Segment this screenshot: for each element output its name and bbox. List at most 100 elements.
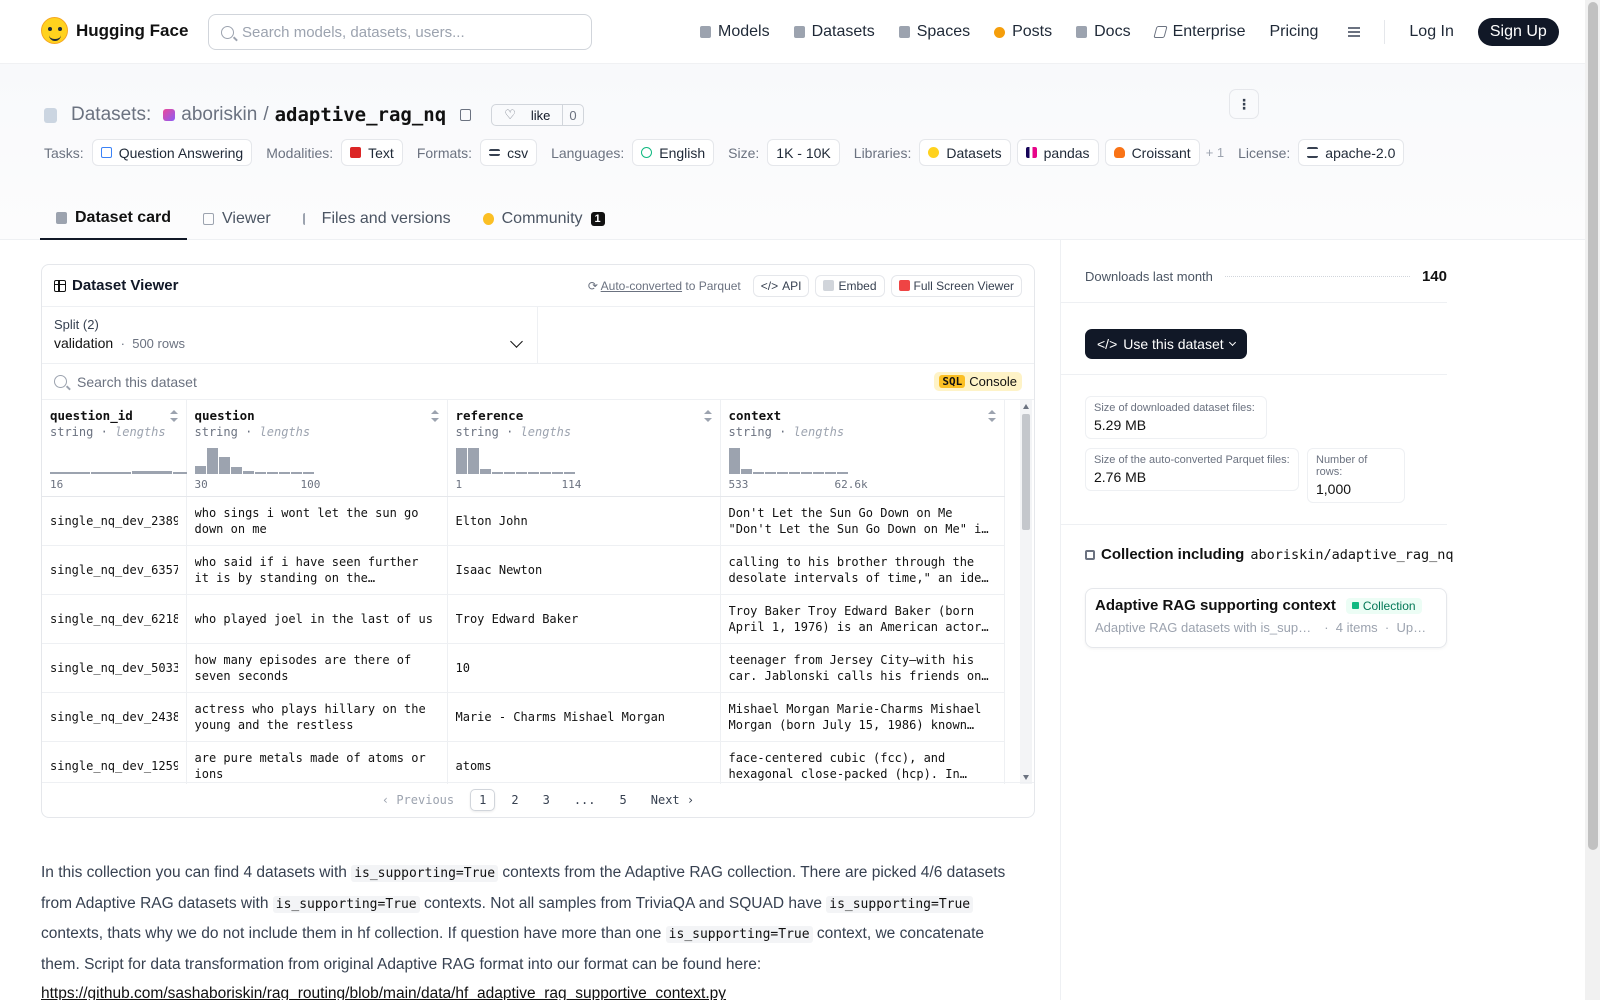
cell-reference[interactable]: atoms	[447, 741, 721, 784]
page-scroll-thumb[interactable]	[1588, 2, 1598, 850]
column-header-question[interactable]: question string · lengths 30 100	[186, 400, 448, 497]
nav-posts[interactable]: Posts	[994, 23, 1052, 41]
global-search[interactable]	[208, 14, 592, 50]
more-menu-icon[interactable]	[1342, 26, 1361, 38]
cell-question_id[interactable]: single_nq_dev_6218	[42, 594, 187, 644]
cell-question[interactable]: how many episodes are there of seven sec…	[186, 643, 448, 693]
column-header-context[interactable]: context string · lengths 533 62.6k	[720, 400, 1005, 497]
cell-context[interactable]: Troy Baker Troy Edward Baker (born April…	[720, 594, 1005, 644]
cell-context[interactable]: teenager from Jersey City—with his car. …	[720, 643, 1005, 693]
page-5[interactable]: 5	[612, 790, 635, 810]
histogram-bar[interactable]	[132, 471, 172, 474]
nav-spaces[interactable]: Spaces	[898, 23, 970, 41]
dataset-search-input[interactable]	[77, 373, 777, 390]
nav-enterprise[interactable]: Enterprise	[1152, 23, 1245, 41]
histogram-bar[interactable]	[551, 472, 563, 474]
cell-question[interactable]: who played joel in the last of us	[186, 594, 448, 644]
histogram-bar[interactable]	[503, 472, 515, 474]
histogram-bar[interactable]	[266, 472, 278, 474]
column-header-question_id[interactable]: question_idstring · lengths 1618	[42, 400, 254, 497]
cell-question_id[interactable]: single_nq_dev_2438	[42, 692, 187, 742]
sort-icon[interactable]	[703, 410, 712, 422]
split-select[interactable]: Split (2) validation · 500 rows	[42, 307, 538, 363]
histogram-bar[interactable]	[455, 448, 467, 474]
sql-console-button[interactable]: SQL Console	[934, 372, 1022, 391]
tag-text[interactable]: Text	[341, 139, 403, 166]
scroll-down-icon[interactable]	[1023, 775, 1029, 780]
histogram-bar[interactable]	[491, 472, 503, 474]
cell-question[interactable]: who said if i have seen further it is by…	[186, 545, 448, 595]
histogram-bar[interactable]	[467, 448, 479, 474]
signup-button[interactable]: Sign Up	[1477, 18, 1559, 46]
api-button[interactable]: </> API	[752, 274, 810, 297]
next-page-button[interactable]: Next ›	[643, 790, 702, 810]
histogram-bar[interactable]	[242, 471, 254, 474]
cell-question[interactable]: who sings i wont let the sun go down on …	[186, 496, 448, 546]
datasets-breadcrumb[interactable]: Datasets:	[71, 104, 151, 126]
owner-link[interactable]: aboriskin	[181, 104, 257, 126]
login-link[interactable]: Log In	[1409, 23, 1453, 41]
more-libraries[interactable]: + 1	[1206, 145, 1224, 160]
histogram-bar[interactable]	[824, 472, 836, 474]
histogram-bar[interactable]	[539, 472, 551, 474]
column-header-reference[interactable]: reference string · lengths 1 114	[447, 400, 721, 497]
tag-csv[interactable]: csv	[480, 139, 538, 166]
cell-question_id[interactable]: single_nq_dev_5033	[42, 643, 187, 693]
cell-question_id[interactable]: single_nq_dev_6357	[42, 545, 187, 595]
histogram-bar[interactable]	[290, 472, 302, 474]
histogram-bar[interactable]	[764, 472, 776, 474]
tag-question-answering[interactable]: Question Answering	[91, 139, 253, 166]
table-scrollbar[interactable]	[1020, 400, 1032, 784]
nav-models[interactable]: Models	[700, 23, 770, 41]
histogram-bar[interactable]	[752, 472, 764, 474]
scroll-thumb[interactable]	[1022, 414, 1030, 530]
table-row[interactable]: single_nq_dev_1259 are pure metals made o…	[42, 741, 1005, 784]
cell-reference[interactable]: Troy Edward Baker	[447, 594, 721, 644]
histogram-bar[interactable]	[740, 469, 752, 474]
histogram-bar[interactable]	[527, 472, 539, 474]
histogram-bar[interactable]	[50, 472, 90, 474]
embed-button[interactable]: Embed	[815, 274, 885, 297]
autoconverted-link[interactable]: Auto-converted	[601, 279, 682, 293]
histogram-bar[interactable]	[800, 472, 812, 474]
tag-size[interactable]: 1K - 10K	[767, 139, 840, 166]
nav-docs[interactable]: Docs	[1076, 23, 1131, 41]
tab-files[interactable]: Files and versions	[287, 197, 467, 240]
tag-croissant-lib[interactable]: Croissant	[1104, 139, 1200, 166]
collection-card[interactable]: Adaptive RAG supporting context Collectio…	[1085, 588, 1447, 648]
page-scrollbar[interactable]	[1585, 0, 1600, 1000]
copy-icon[interactable]	[460, 109, 472, 121]
histogram-bar[interactable]	[91, 472, 131, 474]
tab-dataset-card[interactable]: Dataset card	[40, 197, 188, 240]
tab-viewer[interactable]: Viewer	[187, 197, 287, 240]
tag-english[interactable]: English	[632, 139, 715, 166]
tab-community[interactable]: Community 1	[467, 197, 621, 240]
use-dataset-button[interactable]: </> Use this dataset	[1085, 329, 1247, 359]
more-options-button[interactable]: ⋮	[1229, 89, 1259, 119]
cell-context[interactable]: Mishael Morgan Marie-Charms Mishael Morg…	[720, 692, 1005, 742]
home-logo-link[interactable]: Hugging Face	[41, 17, 188, 44]
tag-datasets-lib[interactable]: Datasets	[919, 139, 1011, 166]
cell-question_id[interactable]: single_nq_dev_2389	[42, 496, 187, 546]
histogram-bar[interactable]	[812, 472, 824, 474]
histogram-bar[interactable]	[728, 448, 740, 474]
tag-license[interactable]: apache-2.0	[1298, 139, 1405, 166]
table-row[interactable]: single_nq_dev_2389 who sings i wont let t…	[42, 496, 1005, 546]
cell-question_id[interactable]: single_nq_dev_1259	[42, 741, 187, 784]
histogram-bar[interactable]	[206, 448, 218, 474]
histogram-bar[interactable]	[194, 466, 206, 474]
viewer-search[interactable]: SQLConsole	[42, 364, 1034, 400]
table-row[interactable]: single_nq_dev_6218 who played joel in the…	[42, 594, 1005, 644]
scroll-up-icon[interactable]	[1023, 404, 1029, 409]
nav-datasets[interactable]: Datasets	[793, 23, 875, 41]
histogram-bar[interactable]	[836, 472, 848, 474]
prev-page-button[interactable]: ‹ Previous	[374, 790, 462, 810]
histogram-bar[interactable]	[230, 467, 242, 474]
cell-question[interactable]: are pure metals made of atoms or ions	[186, 741, 448, 784]
table-row[interactable]: single_nq_dev_6357 who said if i have see…	[42, 545, 1005, 595]
cell-reference[interactable]: 10	[447, 643, 721, 693]
cell-context[interactable]: calling to his brother through the desol…	[720, 545, 1005, 595]
like-button[interactable]: ♡ like 0	[491, 104, 584, 126]
histogram-bar[interactable]	[788, 472, 800, 474]
global-search-input[interactable]	[242, 23, 562, 41]
